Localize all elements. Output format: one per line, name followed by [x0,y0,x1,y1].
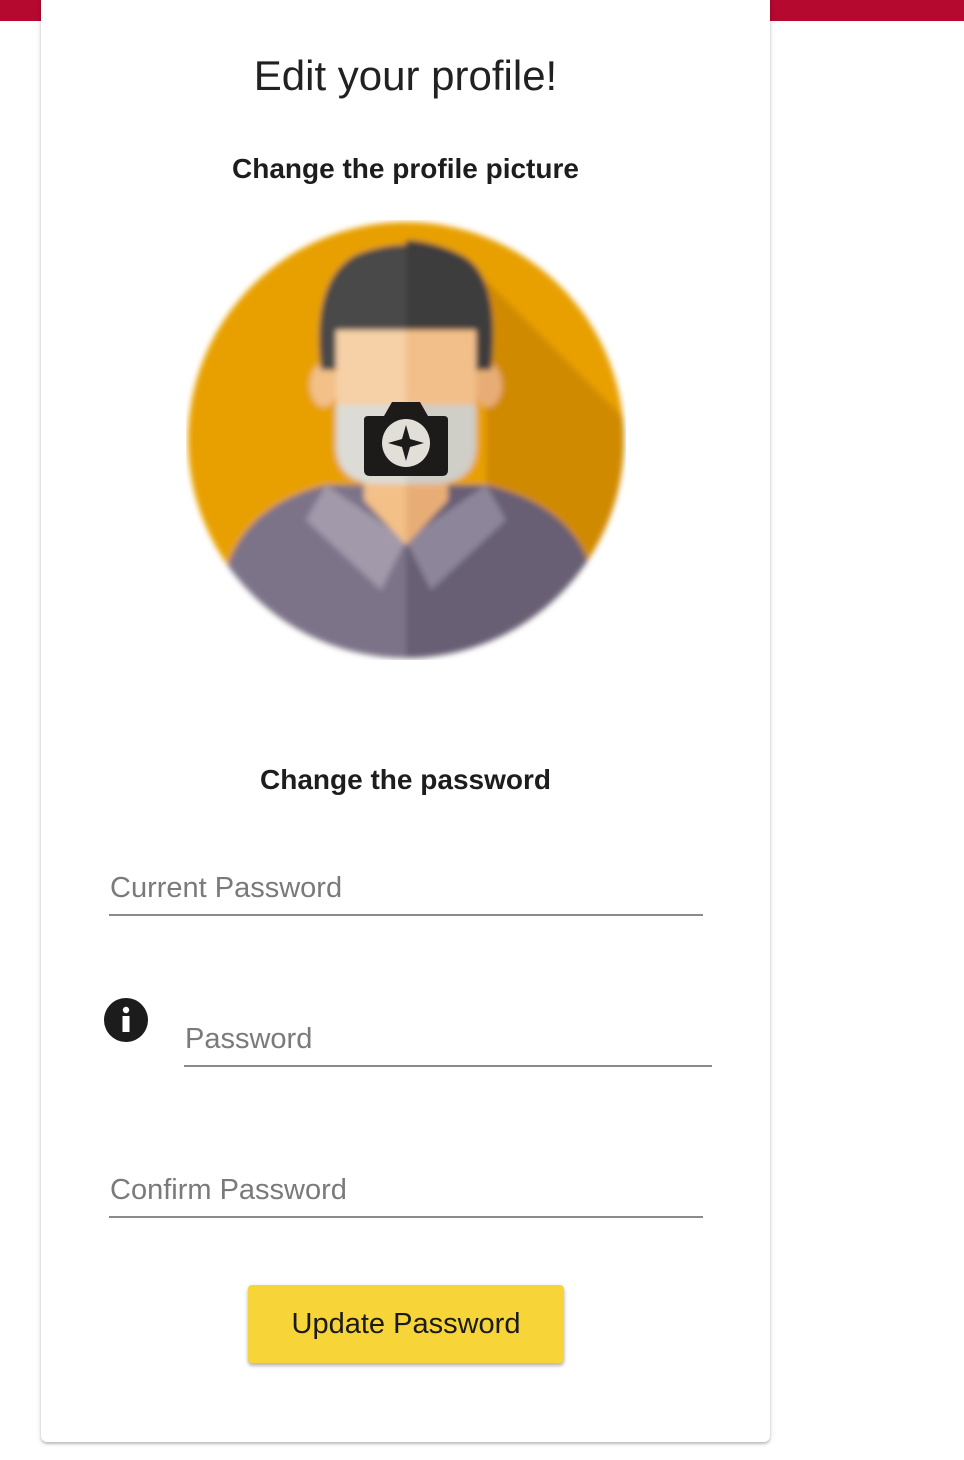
camera-icon[interactable] [362,396,450,478]
edit-profile-card: Edit your profile! Change the profile pi… [41,0,770,1442]
current-password-field [109,862,703,918]
new-password-input[interactable] [184,1013,712,1067]
profile-picture-heading: Change the profile picture [232,153,579,184]
profile-picture-upload[interactable] [186,220,626,660]
change-password-heading: Change the password [260,764,551,795]
confirm-password-input[interactable] [109,1164,703,1218]
confirm-password-field [109,1164,703,1220]
new-password-field [184,1013,712,1069]
current-password-input[interactable] [109,862,703,916]
page-title: Edit your profile! [253,52,558,99]
update-password-button[interactable]: Update Password [248,1285,564,1363]
info-icon[interactable] [104,998,148,1042]
